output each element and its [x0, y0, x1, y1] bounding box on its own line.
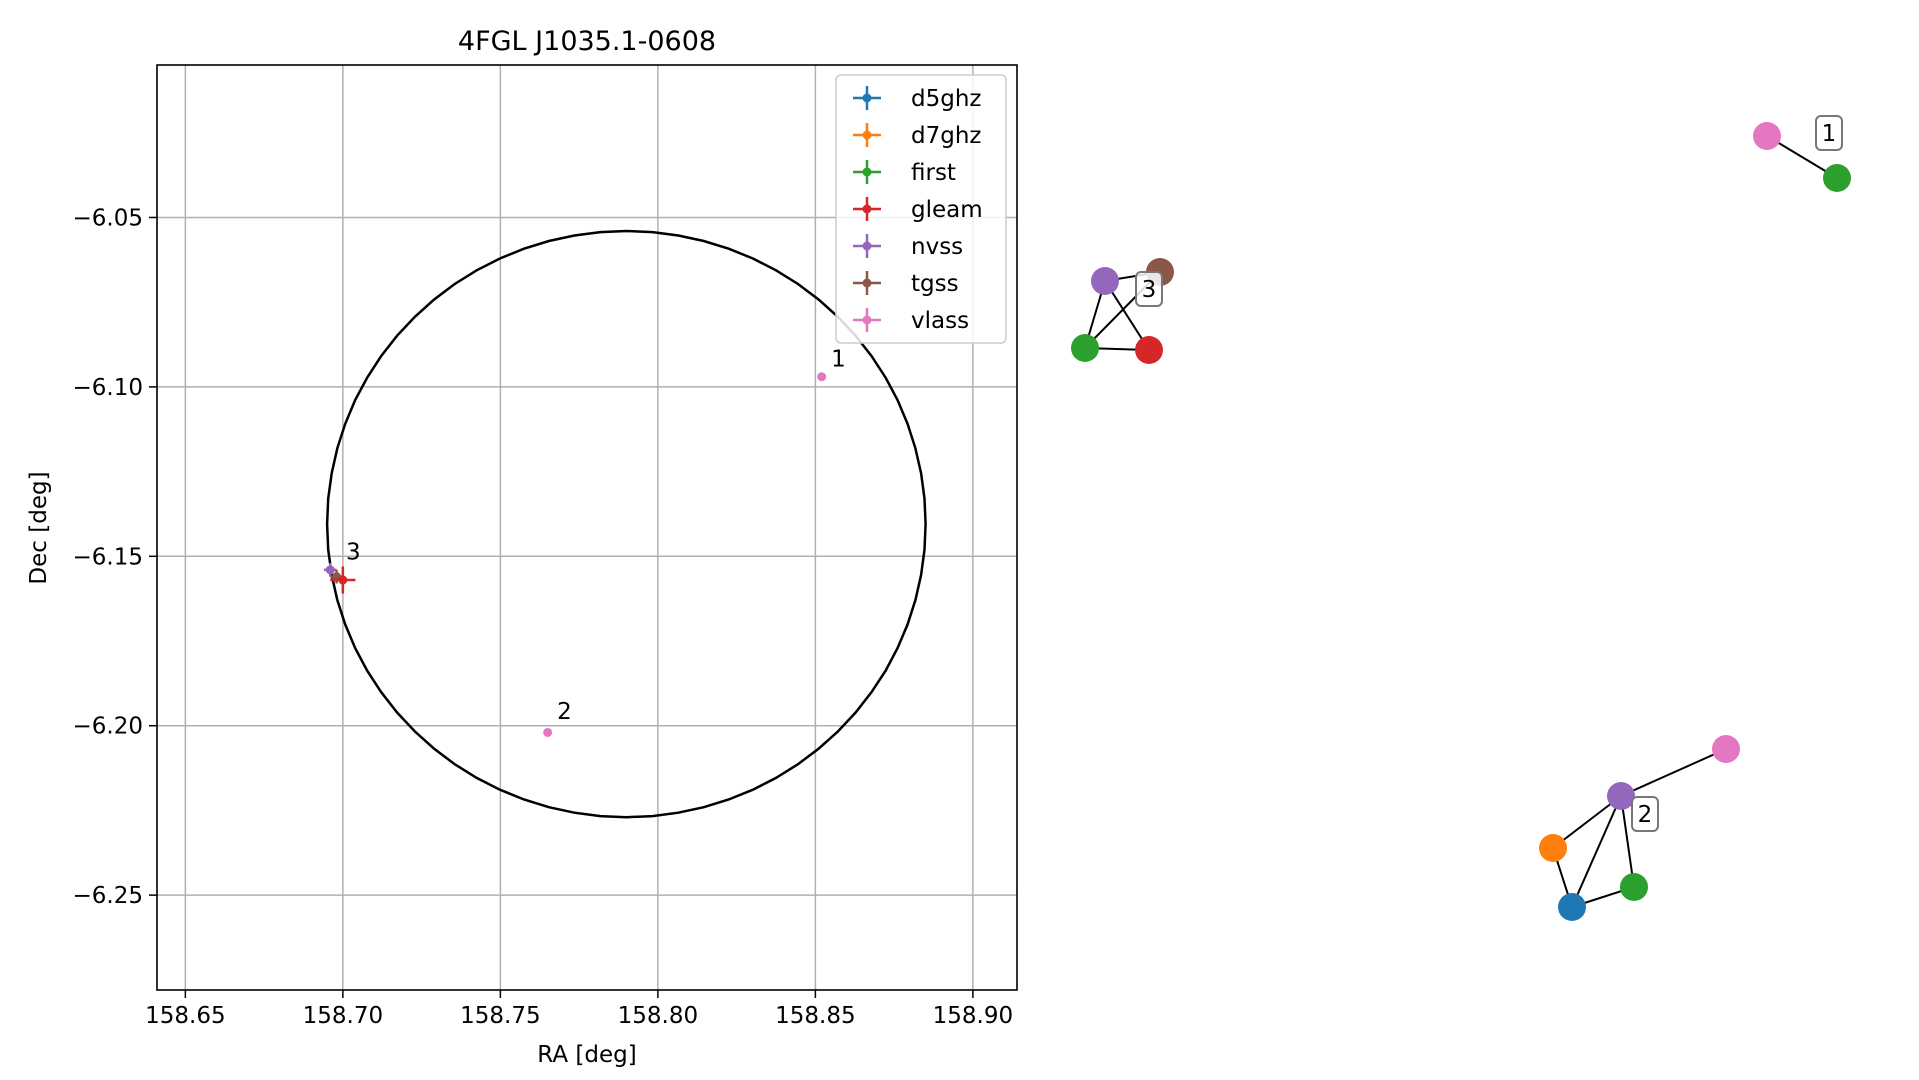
chart-title: 4FGL J1035.1-0608	[458, 26, 716, 57]
legend: d5ghz d7ghz first gleam nvss tgss vlass	[835, 74, 1007, 344]
y-tick-label: −6.25	[73, 883, 143, 909]
y-tick-label: −6.20	[73, 714, 143, 740]
x-axis-label: RA [deg]	[537, 1042, 636, 1068]
network-node-d7ghz	[1539, 834, 1567, 862]
label-text: 3	[1142, 277, 1157, 303]
legend-marker-dot	[862, 204, 872, 214]
legend-label: nvss	[911, 234, 963, 260]
network-edge	[1571, 795, 1622, 908]
x-tick-label: 158.80	[618, 1003, 698, 1029]
legend-label: d7ghz	[911, 123, 981, 149]
legend-marker-dot	[862, 315, 872, 325]
network-node-first	[1071, 334, 1099, 362]
point-marker	[543, 727, 553, 737]
figure: 158.65 158.70 158.75 158.80 158.85 158.90 −6.0…	[26, 26, 1851, 1068]
legend-marker-dot	[862, 130, 872, 140]
network-edge	[1620, 748, 1727, 797]
network-node-vlass	[1712, 735, 1740, 763]
annotation-label: 3	[346, 540, 361, 566]
legend-label: first	[911, 160, 956, 186]
legend-marker-dot	[862, 93, 872, 103]
y-tick-label: −6.15	[73, 544, 143, 570]
network-group-label: 2	[1631, 796, 1659, 832]
legend-label: tgss	[911, 271, 959, 297]
network-node-d5ghz	[1558, 893, 1586, 921]
annotation-label: 1	[831, 347, 846, 373]
x-tick-label: 158.90	[933, 1003, 1013, 1029]
point-marker	[325, 565, 335, 575]
point-marker	[338, 575, 348, 585]
x-tick-label: 158.70	[303, 1003, 383, 1029]
legend-marker-dot	[862, 167, 872, 177]
network-nodes	[1071, 122, 1851, 921]
legend-marker-dot	[862, 241, 872, 251]
label-text: 2	[1638, 802, 1653, 828]
network-node-first	[1823, 164, 1851, 192]
network-edges	[1084, 135, 1838, 908]
data-point-vlass	[817, 372, 827, 382]
label-text: 1	[1822, 121, 1837, 147]
network-node-first	[1620, 873, 1648, 901]
annotation-label: 2	[557, 699, 572, 725]
network-group-labels: 1 3 2	[1135, 115, 1843, 832]
network-group-label: 1	[1815, 115, 1843, 151]
association-network: 1 3 2	[1071, 115, 1851, 921]
legend-label: gleam	[911, 197, 983, 223]
legend-marker-dot	[862, 278, 872, 288]
sky-chart: 158.65 158.70 158.75 158.80 158.85 158.90 −6.0…	[26, 26, 1018, 1068]
y-axis-label: Dec [deg]	[26, 471, 52, 584]
legend-label: vlass	[911, 308, 969, 334]
y-tick-label: −6.05	[73, 205, 143, 231]
network-node-vlass	[1753, 122, 1781, 150]
point-marker	[817, 372, 827, 382]
network-node-gleam	[1135, 336, 1163, 364]
x-tick-label: 158.85	[775, 1003, 855, 1029]
y-tick-label: −6.10	[73, 375, 143, 401]
network-group-label: 3	[1135, 271, 1163, 307]
network-node-nvss	[1091, 267, 1119, 295]
network-node-nvss	[1607, 782, 1635, 810]
x-tick-label: 158.65	[145, 1003, 225, 1029]
x-tick-label: 158.75	[460, 1003, 540, 1029]
data-point-vlass	[543, 727, 553, 737]
legend-label: d5ghz	[911, 86, 981, 112]
